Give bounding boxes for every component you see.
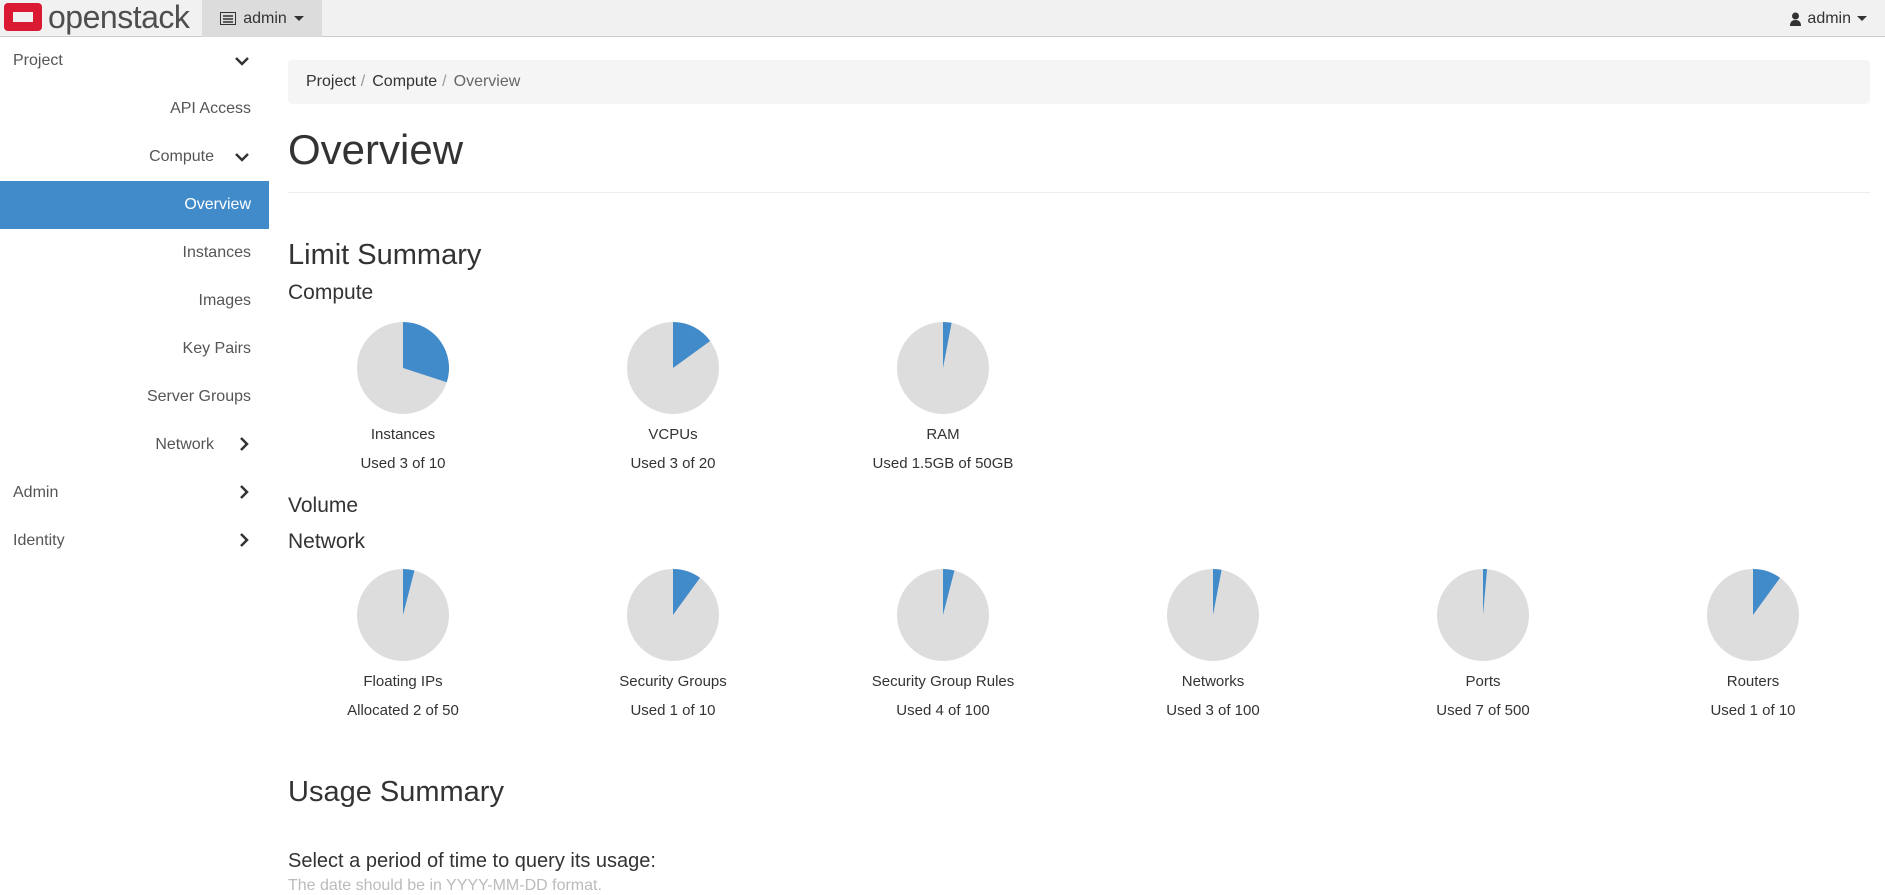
pie-chart (627, 322, 719, 414)
limit-chart-routers: Routers Used 1 of 10 (1618, 568, 1885, 719)
breadcrumb-project[interactable]: Project (306, 73, 356, 91)
chart-usage: Used 4 of 100 (896, 702, 990, 719)
chart-usage: Used 1 of 10 (630, 702, 716, 719)
chart-label: RAM (926, 426, 960, 443)
sidebar-item-project[interactable]: Project (0, 37, 269, 85)
limit-chart-instances: Instances Used 3 of 10 (268, 321, 538, 472)
caret-down-icon (293, 16, 304, 21)
chart-usage: Used 3 of 20 (630, 455, 716, 472)
pie-chart (1707, 569, 1799, 661)
sidebar-item-images[interactable]: Images (0, 277, 269, 325)
chart-label: VCPUs (648, 426, 698, 443)
chart-label: Networks (1181, 673, 1245, 690)
pie-chart (897, 322, 989, 414)
project-list-icon (220, 12, 237, 25)
chart-label: Ports (1465, 673, 1501, 690)
volume-heading: Volume (288, 494, 359, 517)
top-navbar: openstack admin admin (0, 0, 1885, 37)
sidebar-item-label: Instances (182, 244, 251, 261)
sidebar-item-label: Server Groups (146, 388, 251, 405)
breadcrumb: Project / Compute / Overview (288, 60, 1870, 104)
sidebar: Project API Access Compute Overview Instance… (0, 37, 269, 565)
project-name: admin (243, 9, 287, 27)
pie-chart (357, 322, 449, 414)
compute-charts: Instances Used 3 of 10 VCPUs Used 3 of 20 RA… (268, 321, 1078, 472)
network-charts: Floating IPs Allocated 2 of 50 Security Gr… (268, 568, 1885, 719)
pie-chart (1437, 569, 1529, 661)
sidebar-item-label: Overview (184, 196, 251, 213)
divider (288, 192, 1870, 193)
limit-chart-ports: Ports Used 7 of 500 (1348, 568, 1618, 719)
usage-summary-heading: Usage Summary (288, 776, 504, 808)
limit-chart-floating-ips: Floating IPs Allocated 2 of 50 (268, 568, 538, 719)
sidebar-item-label: Images (198, 292, 251, 309)
compute-heading: Compute (288, 281, 374, 304)
pie-chart (897, 569, 989, 661)
sidebar-item-admin[interactable]: Admin (0, 469, 269, 517)
user-name: admin (1807, 9, 1851, 27)
chevron-right-icon (239, 485, 249, 502)
sidebar-item-label: Admin (13, 484, 59, 501)
limit-chart-ram: RAM Used 1.5GB of 50GB (808, 321, 1078, 472)
limit-summary-heading: Limit Summary (288, 239, 482, 271)
limit-chart-vcpus: VCPUs Used 3 of 20 (538, 321, 808, 472)
pie-chart (1167, 569, 1259, 661)
user-dropdown[interactable]: admin (1790, 0, 1867, 37)
sidebar-item-server-groups[interactable]: Server Groups (0, 373, 269, 421)
sidebar-item-label: Project (13, 52, 63, 69)
sidebar-item-overview[interactable]: Overview (0, 181, 269, 229)
openstack-logo[interactable]: openstack (4, 0, 190, 35)
sidebar-item-network[interactable]: Network (0, 421, 269, 469)
network-heading: Network (288, 530, 366, 553)
chart-usage: Used 7 of 500 (1436, 702, 1530, 719)
chevron-right-icon (239, 437, 249, 454)
user-icon (1790, 12, 1802, 26)
sidebar-item-label: Network (155, 436, 214, 453)
usage-help-text: The date should be in YYYY-MM-DD format. (288, 877, 602, 894)
pie-chart (357, 569, 449, 661)
usage-prompt: Select a period of time to query its usa… (288, 850, 656, 872)
chevron-down-icon (235, 149, 249, 165)
sidebar-item-label: API Access (170, 100, 251, 117)
project-dropdown[interactable]: admin (202, 0, 322, 37)
chart-usage: Used 3 of 100 (1166, 702, 1260, 719)
sidebar-item-instances[interactable]: Instances (0, 229, 269, 277)
chevron-right-icon (239, 533, 249, 550)
chart-usage: Used 1 of 10 (1710, 702, 1796, 719)
sidebar-item-key-pairs[interactable]: Key Pairs (0, 325, 269, 373)
chevron-down-icon (235, 53, 249, 69)
chart-usage: Allocated 2 of 50 (347, 702, 459, 719)
sidebar-item-label: Identity (13, 532, 65, 549)
sidebar-item-label: Compute (149, 148, 214, 165)
limit-chart-security-group-rules: Security Group Rules Used 4 of 100 (808, 568, 1078, 719)
chart-usage: Used 3 of 10 (360, 455, 446, 472)
chart-label: Security Groups (619, 673, 727, 690)
breadcrumb-compute[interactable]: Compute (372, 73, 437, 91)
limit-chart-security-groups: Security Groups Used 1 of 10 (538, 568, 808, 719)
sidebar-item-api-access[interactable]: API Access (0, 85, 269, 133)
breadcrumb-current: Overview (453, 73, 521, 90)
sidebar-item-label: Key Pairs (182, 340, 251, 357)
logo-text: openstack (48, 0, 190, 35)
sidebar-item-compute[interactable]: Compute (0, 133, 269, 181)
chart-label: Routers (1726, 673, 1780, 690)
caret-down-icon (1857, 16, 1867, 21)
pie-chart (627, 569, 719, 661)
chart-label: Security Group Rules (871, 673, 1015, 690)
chart-usage: Used 1.5GB of 50GB (872, 455, 1014, 472)
sidebar-item-identity[interactable]: Identity (0, 517, 269, 565)
chart-label: Instances (370, 426, 436, 443)
chart-label: Floating IPs (363, 673, 443, 690)
openstack-logo-icon (4, 3, 42, 31)
limit-chart-networks: Networks Used 3 of 100 (1078, 568, 1348, 719)
page-title: Overview (288, 126, 464, 173)
